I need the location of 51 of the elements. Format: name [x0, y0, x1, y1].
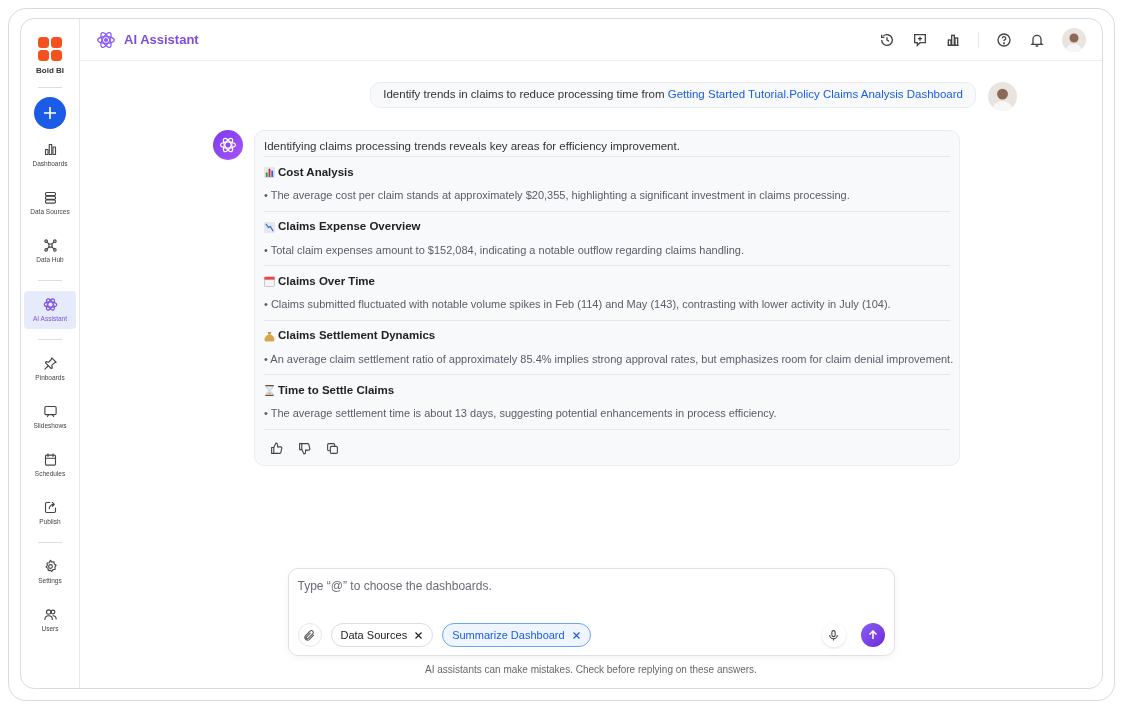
filter-chip[interactable]: Summarize Dashboard: [442, 623, 591, 647]
close-icon[interactable]: [414, 630, 424, 640]
network-icon: [42, 238, 58, 254]
logo-icon: [38, 37, 62, 61]
calendar-icon: [42, 452, 58, 468]
arrow-up-icon: [866, 629, 879, 641]
chart-down-icon: [264, 221, 275, 233]
input-field[interactable]: Type “@” to choose the dashboards. Data Sources Summarize Dashboard: [287, 568, 895, 656]
avatar: [988, 82, 1017, 111]
hourglass-icon: [264, 385, 275, 396]
reply-intro: Identifying claims processing trends reveals key areas for efficiency improvement.: [264, 137, 950, 157]
section-text: • The average cost per claim stands at approximately $20,355, highlighting a significant investment in claims processing.: [264, 188, 851, 203]
copy-icon[interactable]: [326, 441, 339, 455]
atom-icon: [219, 136, 237, 154]
dashboard-link[interactable]: Getting Started Tutorial.Policy Claims Analysis Dashboard: [667, 88, 963, 101]
paperclip-icon: [303, 628, 316, 642]
bar-chart-icon: [264, 167, 275, 178]
section-text: • The average settlement time is about 13 days, suggesting potential enhancements in process efficiency.: [264, 406, 778, 421]
plus-icon: [41, 104, 59, 122]
thumbs-up-icon[interactable]: [270, 441, 283, 455]
bar-chart-icon: [42, 142, 58, 158]
avatar[interactable]: [1062, 27, 1086, 52]
thumbs-down-icon[interactable]: [298, 441, 311, 455]
section-heading: Claims Settlement Dynamics: [278, 328, 436, 344]
section-heading: Time to Settle Claims: [278, 382, 395, 398]
microphone-button[interactable]: [821, 623, 846, 647]
disclaimer-text: AI assistants can make mistakes. Check before replying on these answers.: [425, 663, 757, 677]
page-title: AI Assistant: [124, 30, 199, 49]
section-text: • Claims submitted fluctuated with notable volume spikes in Feb (114) and May (143), contrasting with lower activity in July (104).: [264, 297, 892, 312]
history-icon[interactable]: [879, 31, 895, 48]
section-text: • Total claim expenses amount to $152,084, indicating a notable outflow regarding claims handling.: [264, 242, 745, 258]
share-icon: [42, 500, 58, 516]
atom-icon: [96, 29, 116, 50]
section-heading: Claims Over Time: [278, 273, 375, 289]
send-button[interactable]: [860, 623, 885, 647]
money-bag-icon: [264, 330, 275, 342]
presentation-icon: [42, 404, 58, 420]
filter-chip[interactable]: Data Sources: [330, 623, 434, 647]
microphone-icon: [827, 628, 840, 642]
database-icon: [42, 190, 58, 206]
section-heading: Claims Expense Overview: [278, 219, 421, 235]
section-heading: Cost Analysis: [278, 164, 354, 180]
create-button[interactable]: [34, 97, 66, 129]
help-icon[interactable]: [996, 31, 1012, 48]
calendar-icon: [264, 276, 275, 287]
pin-icon: [42, 356, 58, 372]
user-message: Identify trends in claims to reduce processing time from Getting Started Tutorial.Policy Claims Analysis Dashboard: [383, 87, 963, 103]
brand-name: Bold BI: [36, 65, 64, 77]
new-chat-icon[interactable]: [912, 31, 928, 48]
users-icon: [42, 607, 58, 623]
atom-icon: [42, 297, 58, 313]
